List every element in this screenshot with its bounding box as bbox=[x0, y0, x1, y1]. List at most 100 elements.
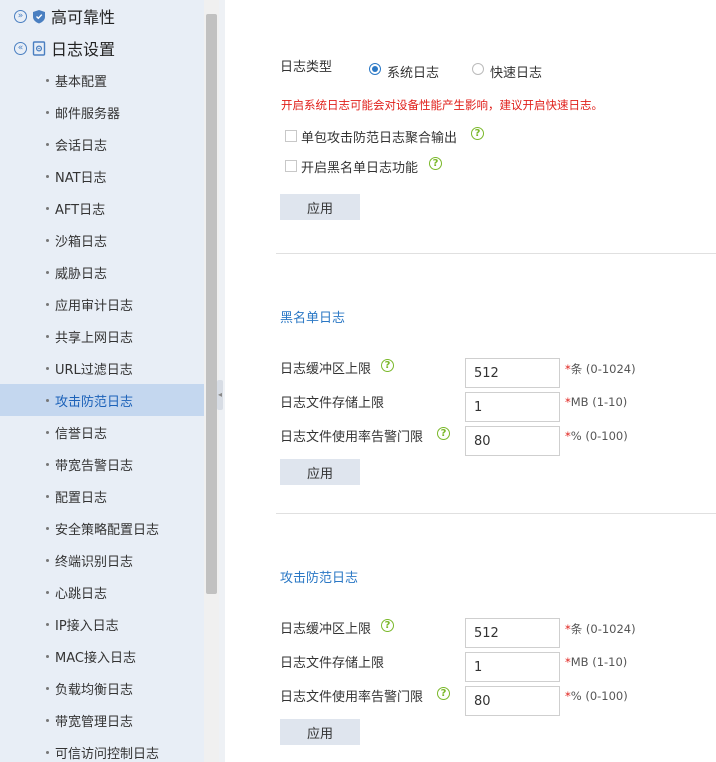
help-icon[interactable]: ? bbox=[437, 427, 450, 440]
blacklist-buffer-hint: *条 (0-1024) bbox=[565, 361, 636, 377]
sidebar-item-ip-access-log[interactable]: IP接入日志 bbox=[0, 608, 204, 640]
hint-text: % (0-100) bbox=[570, 429, 628, 443]
blacklist-storage-label: 日志文件存储上限 bbox=[280, 396, 385, 411]
apply-log-type-button[interactable]: 应用 bbox=[280, 194, 360, 220]
sidebar-item-aft-log[interactable]: AFT日志 bbox=[0, 192, 204, 224]
bullet-icon bbox=[46, 623, 49, 626]
blacklist-alarm-input[interactable] bbox=[465, 426, 560, 456]
expand-icon[interactable]: » bbox=[14, 9, 27, 23]
sidebar-item-bandwidth-mgmt-log[interactable]: 带宽管理日志 bbox=[0, 704, 204, 736]
apply-blacklist-button[interactable]: 应用 bbox=[280, 459, 360, 485]
attack-storage-hint: *MB (1-10) bbox=[565, 655, 627, 669]
bullet-icon bbox=[46, 143, 49, 146]
shield-icon bbox=[33, 9, 45, 23]
help-icon[interactable]: ? bbox=[429, 157, 442, 170]
sidebar-item-label: 沙箱日志 bbox=[55, 234, 108, 250]
sidebar-item-threat-log[interactable]: 威胁日志 bbox=[0, 256, 204, 288]
sidebar-item-reputation-log[interactable]: 信誉日志 bbox=[0, 416, 204, 448]
radio-fast-log-label[interactable]: 快速日志 bbox=[490, 62, 542, 81]
sidebar-item-session-log[interactable]: 会话日志 bbox=[0, 128, 204, 160]
sidebar-item-trusted-access-log[interactable]: 可信访问控制日志 bbox=[0, 736, 204, 762]
sidebar-item-nat-log[interactable]: NAT日志 bbox=[0, 160, 204, 192]
bullet-icon bbox=[46, 431, 49, 434]
sidebar-item-sandbox-log[interactable]: 沙箱日志 bbox=[0, 224, 204, 256]
radio-system-log-label[interactable]: 系统日志 bbox=[387, 62, 439, 81]
sidebar-item-label: IP接入日志 bbox=[55, 618, 119, 634]
sidebar-item-label: 共享上网日志 bbox=[55, 330, 134, 346]
radio-system-log[interactable] bbox=[369, 63, 381, 75]
help-icon[interactable]: ? bbox=[437, 687, 450, 700]
sidebar-item-label: 信誉日志 bbox=[55, 426, 108, 442]
hint-text: MB (1-10) bbox=[570, 655, 628, 669]
attack-alarm-label: 日志文件使用率告警门限 bbox=[280, 690, 424, 705]
blacklist-buffer-input[interactable] bbox=[465, 358, 560, 388]
sidebar-item-attack-defense-log[interactable]: 攻击防范日志 bbox=[0, 384, 204, 416]
radio-fast-log[interactable] bbox=[472, 63, 484, 75]
blacklist-storage-input[interactable] bbox=[465, 392, 560, 422]
bullet-icon bbox=[46, 399, 49, 402]
nav-group-high-availability[interactable]: » 高可靠性 bbox=[0, 0, 204, 32]
sidebar-item-mail-server[interactable]: 邮件服务器 bbox=[0, 96, 204, 128]
bullet-icon bbox=[46, 239, 49, 242]
sidebar-item-url-filter-log[interactable]: URL过滤日志 bbox=[0, 352, 204, 384]
log-type-label: 日志类型 bbox=[280, 60, 333, 75]
bullet-icon bbox=[46, 367, 49, 370]
bullet-icon bbox=[46, 463, 49, 466]
sidebar-item-mac-access-log[interactable]: MAC接入日志 bbox=[0, 640, 204, 672]
hint-text: % (0-100) bbox=[570, 689, 628, 703]
sidebar-item-label: 攻击防范日志 bbox=[55, 394, 134, 410]
help-icon[interactable]: ? bbox=[381, 359, 394, 372]
sidebar-item-label: URL过滤日志 bbox=[55, 362, 133, 378]
sidebar-item-label: 带宽告警日志 bbox=[55, 458, 134, 474]
collapse-icon[interactable]: « bbox=[14, 41, 27, 55]
sidebar-scrollbar-thumb[interactable] bbox=[206, 14, 217, 594]
blacklist-buffer-label: 日志缓冲区上限 bbox=[280, 362, 372, 377]
sidebar-item-app-audit-log[interactable]: 应用审计日志 bbox=[0, 288, 204, 320]
attack-buffer-label: 日志缓冲区上限 bbox=[280, 622, 372, 637]
attack-storage-input[interactable] bbox=[465, 652, 560, 682]
sidebar-item-label: 安全策略配置日志 bbox=[55, 522, 160, 538]
sidebar-item-config-log[interactable]: 配置日志 bbox=[0, 480, 204, 512]
help-icon[interactable]: ? bbox=[471, 127, 484, 140]
checkbox-single-packet-aggregate[interactable] bbox=[285, 130, 297, 142]
attack-storage-label: 日志文件存储上限 bbox=[280, 656, 385, 671]
sidebar-item-basic-config[interactable]: 基本配置 bbox=[0, 64, 204, 96]
help-icon[interactable]: ? bbox=[381, 619, 394, 632]
attack-buffer-input[interactable] bbox=[465, 618, 560, 648]
sidebar-item-shared-access-log[interactable]: 共享上网日志 bbox=[0, 320, 204, 352]
sidebar-item-terminal-id-log[interactable]: 终端识别日志 bbox=[0, 544, 204, 576]
blacklist-storage-hint: *MB (1-10) bbox=[565, 395, 627, 409]
sidebar-item-heartbeat-log[interactable]: 心跳日志 bbox=[0, 576, 204, 608]
bullet-icon bbox=[46, 207, 49, 210]
sidebar-item-label: 可信访问控制日志 bbox=[55, 746, 160, 762]
attack-alarm-hint: *% (0-100) bbox=[565, 689, 628, 703]
sidebar-item-label: 配置日志 bbox=[55, 490, 108, 506]
nav-group-log-settings[interactable]: « 日志设置 bbox=[0, 32, 204, 64]
bullet-icon bbox=[46, 591, 49, 594]
sidebar-item-label: 基本配置 bbox=[55, 74, 108, 90]
hint-text: 条 (0-1024) bbox=[570, 622, 636, 636]
bullet-icon bbox=[46, 303, 49, 306]
attack-alarm-input[interactable] bbox=[465, 686, 560, 716]
checkbox-blacklist-log[interactable] bbox=[285, 160, 297, 172]
sidebar-item-label: 会话日志 bbox=[55, 138, 108, 154]
bullet-icon bbox=[46, 175, 49, 178]
checkbox-blacklist-log-label[interactable]: 开启黑名单日志功能 bbox=[301, 157, 418, 176]
nav-group-label: 日志设置 bbox=[51, 40, 116, 59]
section-divider bbox=[276, 513, 716, 514]
apply-attack-button[interactable]: 应用 bbox=[280, 719, 360, 745]
blacklist-log-title: 黑名单日志 bbox=[280, 311, 346, 326]
main-panel: 日志类型 系统日志 快速日志 开启系统日志可能会对设备性能产生影响，建议开启快速… bbox=[226, 8, 716, 762]
attack-buffer-hint: *条 (0-1024) bbox=[565, 621, 636, 637]
sidebar-item-label: 负载均衡日志 bbox=[55, 682, 134, 698]
bullet-icon bbox=[46, 719, 49, 722]
sidebar-item-bandwidth-alarm-log[interactable]: 带宽告警日志 bbox=[0, 448, 204, 480]
checkbox-single-packet-aggregate-label[interactable]: 单包攻击防范日志聚合输出 bbox=[301, 127, 457, 146]
bullet-icon bbox=[46, 335, 49, 338]
sidebar-item-security-policy-log[interactable]: 安全策略配置日志 bbox=[0, 512, 204, 544]
performance-warning: 开启系统日志可能会对设备性能产生影响，建议开启快速日志。 bbox=[281, 98, 603, 112]
bullet-icon bbox=[46, 655, 49, 658]
collapse-sidebar-icon[interactable]: ◂ bbox=[217, 380, 223, 410]
sidebar-item-load-balance-log[interactable]: 负载均衡日志 bbox=[0, 672, 204, 704]
hint-text: 条 (0-1024) bbox=[570, 362, 636, 376]
